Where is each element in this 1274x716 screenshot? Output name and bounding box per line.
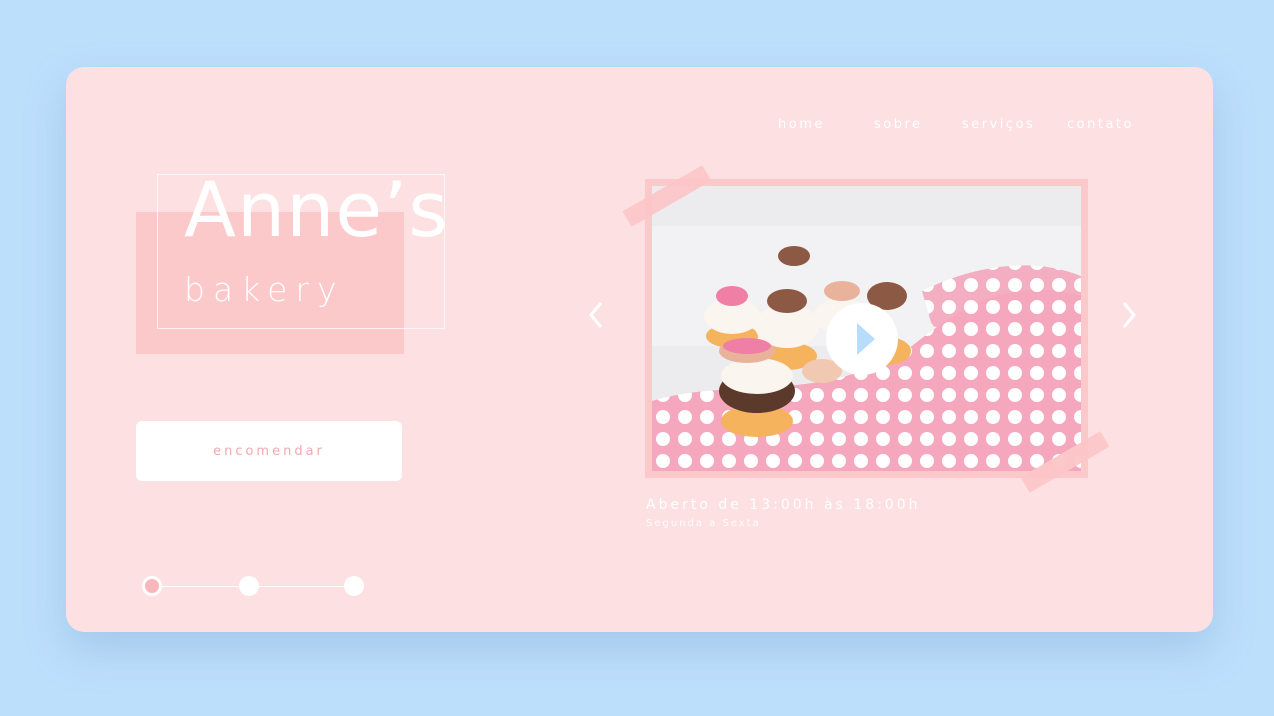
landing-card: home sobre serviços contato Anne’s baker… [66,67,1213,632]
nav-contato[interactable]: contato [1067,117,1134,132]
chevron-left-icon[interactable] [587,300,605,336]
opening-hours: Aberto de 13:00h às 18:00h [646,497,921,513]
nav-servicos[interactable]: serviços [962,117,1035,132]
order-button[interactable]: encomendar [136,421,402,481]
chevron-right-icon[interactable] [1120,300,1138,336]
nav-home[interactable]: home [778,117,825,132]
opening-days: Segunda a Sexta [646,518,761,529]
logo-subtitle: bakery [184,270,345,309]
play-icon[interactable] [826,303,898,375]
logo-title: Anne’s [184,165,449,254]
step-indicator [142,576,366,598]
step-dot-2[interactable] [239,576,259,596]
nav-sobre[interactable]: sobre [874,117,923,132]
step-dot-1[interactable] [142,576,162,596]
main-nav: home sobre serviços contato [66,117,1213,137]
step-dot-3[interactable] [344,576,364,596]
